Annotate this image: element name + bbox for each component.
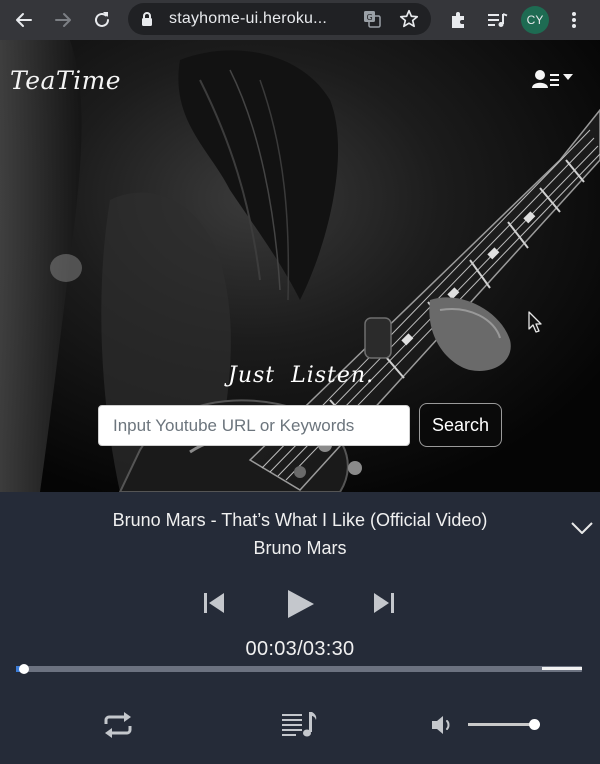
- star-icon[interactable]: [398, 8, 420, 30]
- profile-avatar[interactable]: CY: [521, 6, 549, 34]
- repeat-icon[interactable]: [100, 710, 136, 740]
- progress-thumb[interactable]: [18, 664, 29, 674]
- progress-bar[interactable]: [16, 664, 582, 674]
- caret-down-icon: [563, 74, 573, 80]
- time-display: 00:03/03:30: [245, 638, 355, 660]
- back-arrow-icon[interactable]: [10, 6, 38, 34]
- progress-buffer: [16, 666, 543, 672]
- browser-toolbar: stayhome-ui.heroku... G CY: [0, 0, 600, 40]
- reload-icon[interactable]: [88, 6, 116, 34]
- music-player: Bruno Mars - That’s What I Like (Officia…: [0, 492, 600, 764]
- playlist-icon[interactable]: [282, 710, 318, 740]
- app-logo[interactable]: TeaTime: [10, 66, 121, 95]
- play-icon[interactable]: [284, 588, 316, 620]
- more-vert-icon[interactable]: [560, 6, 588, 34]
- media-control-icon[interactable]: [483, 6, 511, 34]
- volume-icon[interactable]: [430, 714, 456, 736]
- song-title: Bruno Mars - That’s What I Like (Officia…: [112, 510, 488, 530]
- user-menu-icon[interactable]: [530, 68, 576, 92]
- tagline: Just Listen.: [228, 363, 375, 388]
- forward-arrow-icon[interactable]: [49, 6, 77, 34]
- skip-previous-icon[interactable]: [200, 590, 228, 616]
- search-button[interactable]: Search: [419, 403, 502, 447]
- url-text[interactable]: stayhome-ui.heroku...: [169, 10, 327, 28]
- translate-icon[interactable]: G: [362, 9, 382, 29]
- song-artist: Bruno Mars: [253, 538, 347, 558]
- lock-icon[interactable]: [140, 11, 154, 27]
- chevron-down-icon[interactable]: [570, 520, 594, 536]
- search-input[interactable]: [98, 405, 410, 446]
- mouse-cursor-icon: [528, 311, 542, 333]
- address-bar[interactable]: stayhome-ui.heroku... G: [128, 3, 431, 35]
- svg-text:G: G: [367, 13, 373, 22]
- volume-thumb[interactable]: [529, 719, 540, 730]
- extensions-icon[interactable]: [444, 6, 472, 34]
- volume-slider[interactable]: [468, 719, 540, 730]
- hero-section: TeaTime Just Listen. Search: [0, 40, 600, 492]
- user-menu-button[interactable]: [530, 68, 576, 92]
- skip-next-icon[interactable]: [370, 590, 398, 616]
- progress-remaining: [542, 667, 582, 670]
